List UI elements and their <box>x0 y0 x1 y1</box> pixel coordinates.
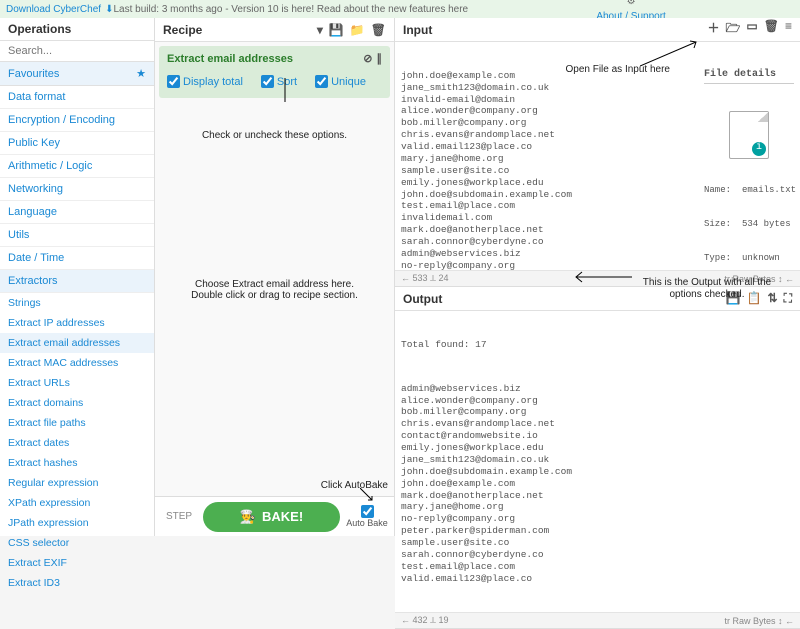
input-open-file-icon[interactable]: ▭ <box>746 19 757 40</box>
category-item[interactable]: Language <box>0 201 154 224</box>
operations-header: Operations <box>0 18 154 41</box>
annotation-click-auto: Click AutoBake <box>321 480 388 492</box>
category-item[interactable]: Data format <box>0 86 154 109</box>
input-open-folder-icon[interactable]: 🗁 <box>726 19 741 40</box>
input-text[interactable]: john.doe@example.com jane_smith123@domai… <box>395 42 800 270</box>
download-link[interactable]: Download CyberChef <box>6 4 101 15</box>
file-icon: i <box>729 111 769 159</box>
output-maximise-icon[interactable]: ⛶ <box>784 291 792 306</box>
operation-item[interactable]: JPath expression <box>0 513 154 533</box>
output-panel: Output 💾 📋 ⇅ ⛶ Total found: 17 admin@web… <box>395 287 800 629</box>
build-message[interactable]: Last build: 3 months ago - Version 10 is… <box>113 4 468 15</box>
category-item[interactable]: Arithmetic / Logic <box>0 155 154 178</box>
operations-title: Operations <box>8 22 71 36</box>
operation-item[interactable]: CSS selector <box>0 533 154 553</box>
file-details: File details i Name:emails.txt Size:534 … <box>704 46 794 270</box>
category-item[interactable]: Networking <box>0 178 154 201</box>
operation-item[interactable]: Extract EXIF <box>0 553 154 573</box>
gear-icon[interactable]: ⚙ <box>627 0 636 7</box>
input-reset-icon[interactable]: ≡ <box>785 19 792 40</box>
top-bar: Download CyberChef ⬇ Last build: 3 month… <box>0 0 800 18</box>
recipe-op-name: Extract email addresses <box>167 53 293 65</box>
favourites-category[interactable]: Favourites ★ <box>0 62 154 86</box>
recipe-panel: Recipe ▾ 💾 📁 🗑 Extract email addresses ⊘… <box>155 18 395 536</box>
chef-hat-icon: 👨‍🍳 <box>240 509 256 525</box>
recipe-save-icon[interactable]: 💾 <box>329 23 344 37</box>
annotation-output: This is the Output with all the options … <box>632 277 782 301</box>
autobake-label: Auto Bake <box>346 518 388 528</box>
step-button[interactable]: STEP <box>159 511 199 522</box>
operation-item[interactable]: Regular expression <box>0 473 154 493</box>
operation-item[interactable]: Extract ID3 <box>0 573 154 593</box>
operations-panel: Operations Favourites ★ Data formatEncry… <box>0 18 155 536</box>
opt-unique[interactable]: Unique <box>315 75 366 88</box>
op-disable-icon[interactable]: ⊘ <box>363 52 372 65</box>
operation-item[interactable]: Extract URLs <box>0 373 154 393</box>
autobake-checkbox[interactable] <box>361 505 374 518</box>
category-item[interactable]: Encryption / Encoding <box>0 109 154 132</box>
operation-item[interactable]: Extract file paths <box>0 413 154 433</box>
operation-item[interactable]: Extract domains <box>0 393 154 413</box>
search-input[interactable] <box>0 41 154 62</box>
recipe-title: Recipe <box>163 23 202 37</box>
recipe-clear-icon[interactable]: 🗑 <box>371 23 386 37</box>
output-title: Output <box>403 292 442 306</box>
input-title: Input <box>403 23 432 37</box>
recipe-add-icon[interactable]: ▾ <box>317 23 323 37</box>
star-icon: ★ <box>136 67 146 80</box>
recipe-header: Recipe ▾ 💾 📁 🗑 <box>155 18 394 42</box>
annotation-open-file: Open File as Input here <box>565 64 670 76</box>
recipe-load-icon[interactable]: 📁 <box>350 23 365 37</box>
favourites-label: Favourites <box>8 68 59 80</box>
input-add-tab-icon[interactable]: ＋ <box>708 19 720 40</box>
annotation-choose: Choose Extract email address here. Doubl… <box>155 275 394 305</box>
output-text: Total found: 17 admin@webservices.biz al… <box>395 311 800 612</box>
operation-item[interactable]: Extract dates <box>0 433 154 453</box>
category-item[interactable]: Date / Time <box>0 247 154 270</box>
operation-item[interactable]: XPath expression <box>0 493 154 513</box>
recipe-operation[interactable]: Extract email addresses ⊘ ∥ Display total… <box>159 46 390 98</box>
info-badge-icon: i <box>752 142 766 156</box>
operation-item[interactable]: Extract hashes <box>0 453 154 473</box>
input-panel: Input ＋ 🗁 ▭ 🗑 ≡ john.doe@example.com jan… <box>395 18 800 287</box>
output-statusbar: ← 432 ⟂ 19 tr Raw Bytes ↕ ← <box>395 612 800 628</box>
download-icon: ⬇ <box>105 4 113 15</box>
op-pause-icon[interactable]: ∥ <box>377 52 383 65</box>
opt-sort[interactable]: Sort <box>261 75 297 88</box>
bake-button[interactable]: 👨‍🍳 BAKE! <box>203 502 340 532</box>
input-clear-icon[interactable]: 🗑 <box>764 19 779 40</box>
opt-display-total[interactable]: Display total <box>167 75 243 88</box>
operation-item[interactable]: Strings <box>0 293 154 313</box>
category-item[interactable]: Extractors <box>0 270 154 293</box>
category-item[interactable]: Utils <box>0 224 154 247</box>
operation-item[interactable]: Extract IP addresses <box>0 313 154 333</box>
operation-item[interactable]: Extract MAC addresses <box>0 353 154 373</box>
category-item[interactable]: Public Key <box>0 132 154 155</box>
operation-item[interactable]: Extract email addresses <box>0 333 154 353</box>
io-panel: Input ＋ 🗁 ▭ 🗑 ≡ john.doe@example.com jan… <box>395 18 800 536</box>
annotation-check-opts: Check or uncheck these options. <box>155 126 394 145</box>
